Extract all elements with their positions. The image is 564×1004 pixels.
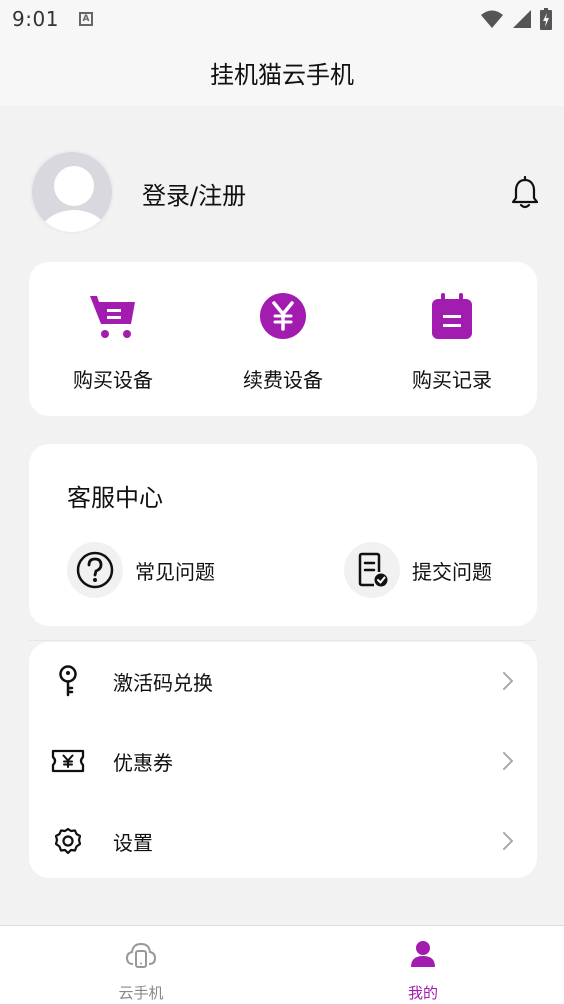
person-icon xyxy=(411,941,435,967)
submit-question-label: 提交问题 xyxy=(412,559,492,584)
notification-icon: A xyxy=(78,12,93,26)
calendar-icon xyxy=(432,293,472,339)
document-check-icon xyxy=(358,552,388,587)
yuan-icon xyxy=(260,293,306,339)
menu-label-settings: 设置 xyxy=(113,830,153,855)
submit-question-button[interactable]: 提交问题 xyxy=(344,540,492,600)
faq-label: 常见问题 xyxy=(135,559,215,584)
status-bar: 9:01 A xyxy=(0,0,564,38)
avatar-body-shape xyxy=(40,210,108,232)
status-icons xyxy=(480,8,552,30)
purchase-history-label: 购买记录 xyxy=(412,368,492,392)
avatar-head-shape xyxy=(54,166,94,206)
nav-tab-cloud-phone[interactable]: 云手机 xyxy=(81,938,201,1003)
bell-icon[interactable] xyxy=(510,176,540,210)
menu-card: 激活码兑换 优惠券 设置 xyxy=(29,642,537,878)
page-title: 挂机猫云手机 xyxy=(210,60,354,89)
buy-device-button[interactable]: 购买设备 xyxy=(43,290,183,393)
profile-section: 登录/注册 xyxy=(30,150,540,236)
renew-device-button[interactable]: 续费设备 xyxy=(213,290,353,393)
wifi-icon xyxy=(481,10,503,28)
customer-service-card: 客服中心 常见问题 提交问题 xyxy=(29,444,537,626)
avatar[interactable] xyxy=(30,150,114,234)
renew-device-label: 续费设备 xyxy=(243,368,323,392)
menu-item-settings[interactable]: 设置 xyxy=(29,802,537,880)
question-icon xyxy=(76,551,114,589)
buy-device-label: 购买设备 xyxy=(73,368,153,392)
menu-item-coupons[interactable]: 优惠券 xyxy=(29,722,537,800)
nav-label-mine: 我的 xyxy=(407,984,438,1002)
quick-actions-card: 购买设备 续费设备 购买记录 xyxy=(29,262,537,416)
menu-label-coupons: 优惠券 xyxy=(113,750,173,775)
faq-button[interactable]: 常见问题 xyxy=(67,540,215,600)
cart-icon xyxy=(90,296,135,338)
chevron-right-icon xyxy=(503,752,513,770)
gear-icon xyxy=(51,824,85,858)
section-divider xyxy=(29,640,537,641)
submit-icon-circle xyxy=(344,542,400,598)
key-icon xyxy=(51,664,85,698)
app-header: 挂机猫云手机 xyxy=(0,38,564,106)
nav-tab-mine[interactable]: 我的 xyxy=(363,938,483,1003)
cloud-phone-icon xyxy=(125,942,157,968)
battery-icon xyxy=(540,8,552,30)
customer-service-title: 客服中心 xyxy=(67,484,163,512)
bottom-nav: 云手机 我的 xyxy=(0,925,564,1004)
coupon-icon xyxy=(51,744,85,778)
chevron-right-icon xyxy=(503,832,513,850)
menu-label-activation-code: 激活码兑换 xyxy=(113,670,213,695)
chevron-right-icon xyxy=(503,672,513,690)
signal-icon xyxy=(513,10,531,28)
status-time: 9:01 xyxy=(12,7,59,31)
login-register-link[interactable]: 登录/注册 xyxy=(142,176,246,211)
menu-item-activation-code[interactable]: 激活码兑换 xyxy=(29,642,537,720)
nav-label-cloud-phone: 云手机 xyxy=(118,984,164,1002)
faq-icon-circle xyxy=(67,542,123,598)
purchase-history-button[interactable]: 购买记录 xyxy=(382,290,522,393)
